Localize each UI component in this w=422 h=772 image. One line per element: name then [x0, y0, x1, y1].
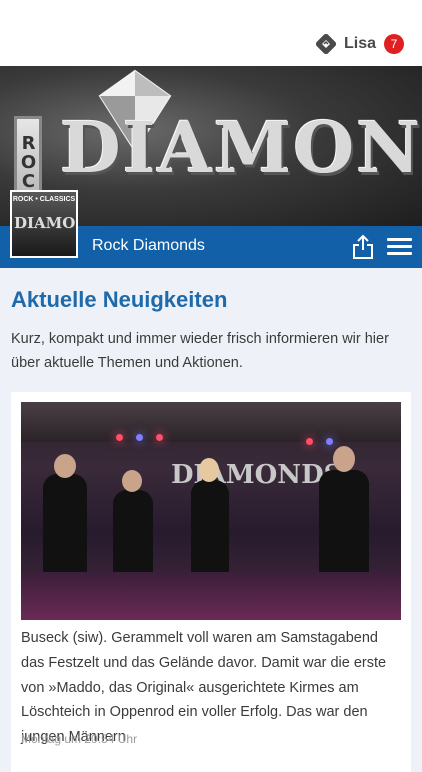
section-intro: Kurz, kompakt und immer wieder frisch in…	[11, 331, 389, 371]
avatar-logo-text: DIAMONDS	[14, 214, 76, 232]
hero-brand-text: DIAMONDS	[60, 106, 422, 189]
share-icon[interactable]	[352, 234, 374, 260]
top-bar: Lisa 7	[0, 0, 422, 66]
tent-roof	[21, 402, 401, 442]
hamburger-menu-icon[interactable]	[387, 238, 412, 256]
page-title: Rock Diamonds	[92, 237, 205, 254]
stage-light	[136, 434, 143, 441]
stage-light	[306, 438, 313, 445]
stage-light	[116, 434, 123, 441]
news-timestamp: Montag um 20:54 Uhr	[21, 732, 138, 746]
user-menu[interactable]: Lisa 7	[315, 32, 404, 56]
avatar-caption: ROCK • CLASSICS	[12, 196, 76, 203]
notification-badge[interactable]: 7	[384, 34, 404, 54]
band-member-head	[333, 446, 355, 472]
stage-floor	[21, 572, 401, 620]
band-member-head	[122, 470, 142, 492]
user-name[interactable]: Lisa	[344, 35, 376, 53]
stage-light	[326, 438, 333, 445]
band-avatar: ROCK • CLASSICS DIAMONDS	[10, 190, 78, 258]
main-content: Aktuelle Neuigkeiten Kurz, kompakt und i…	[0, 268, 422, 772]
section-heading: Aktuelle Neuigkeiten	[11, 287, 228, 312]
app-logo-icon	[315, 34, 336, 54]
band-member-head	[54, 454, 76, 478]
news-photo[interactable]: DIAMONDS	[21, 402, 401, 620]
band-member-head	[199, 458, 219, 482]
news-card[interactable]: DIAMONDS Buseck (siw). Gerammelt voll wa…	[11, 392, 411, 772]
stage-light	[156, 434, 163, 441]
